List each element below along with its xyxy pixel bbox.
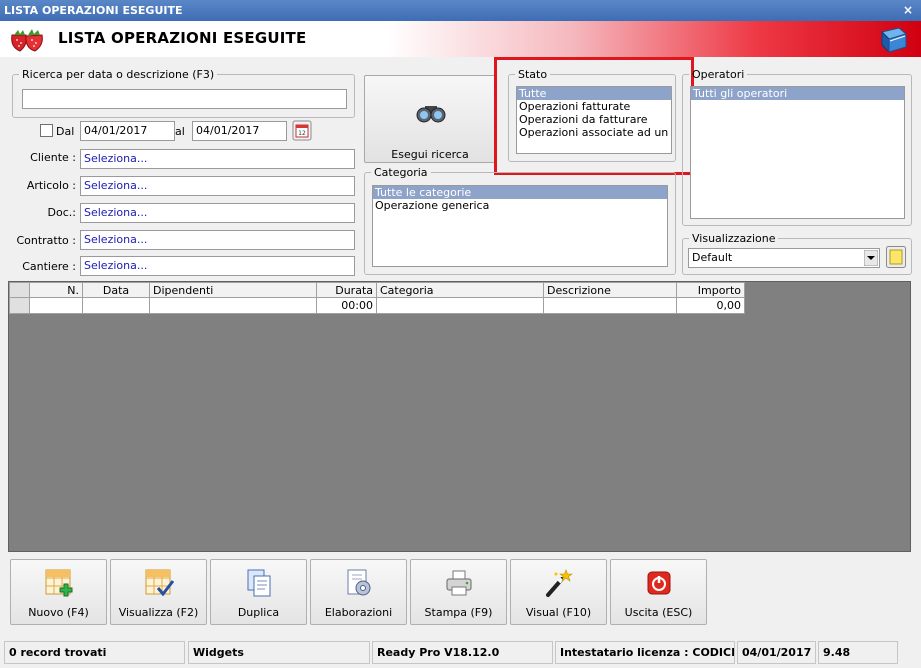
table-row[interactable]: 00:00 0,00 (9, 297, 745, 314)
dal-date-field[interactable]: 04/01/2017 (80, 121, 175, 141)
view-grid-icon (145, 569, 174, 597)
svg-text:12: 12 (298, 130, 306, 137)
list-item[interactable]: Tutte le categorie (373, 186, 667, 199)
status-date: 04/01/2017 (737, 641, 816, 664)
window-title-bar: LISTA OPERAZIONI ESEGUITE (0, 0, 921, 21)
dal-label: Dal (56, 125, 75, 138)
uscita-button[interactable]: Uscita (ESC) (610, 559, 707, 625)
printer-icon (446, 570, 472, 596)
strawberries-logo-icon (11, 29, 43, 52)
binoculars-icon (416, 106, 446, 123)
status-license: Intestatario licenza : CODICE SF (555, 641, 735, 664)
visual-button[interactable]: Visual (F10) (510, 559, 607, 625)
search-legend: Ricerca per data o descrizione (F3) (22, 68, 215, 81)
results-grid-area[interactable] (8, 281, 911, 552)
status-time: 9.48 (818, 641, 898, 664)
search-input[interactable] (22, 89, 347, 109)
header-title: LISTA OPERAZIONI ESEGUITE (58, 29, 307, 47)
cliente-field[interactable]: Seleziona... (80, 149, 355, 169)
operatori-listbox[interactable]: Tutti gli operatori (690, 86, 905, 219)
table-cell (543, 297, 677, 314)
column-header[interactable]: N. (29, 282, 83, 298)
results-table[interactable]: N. Data Dipendenti Durata Categoria Desc… (9, 282, 745, 314)
table-cell (9, 297, 30, 314)
cantiere-field[interactable]: Seleziona... (80, 256, 355, 276)
nuovo-button[interactable]: Nuovo (F4) (10, 559, 107, 625)
cantiere-label: Cantiere : (22, 260, 76, 273)
table-cell (376, 297, 544, 314)
header-banner: LISTA OPERAZIONI ESEGUITE (0, 21, 921, 57)
dal-checkbox[interactable] (40, 124, 53, 137)
stampa-label: Stampa (F9) (424, 606, 493, 619)
duplica-label: Duplica (237, 606, 280, 619)
categoria-listbox[interactable]: Tutte le categorie Operazione generica (372, 185, 668, 267)
visualizzazione-legend: Visualizzazione (692, 232, 776, 245)
chevron-down-icon[interactable] (864, 250, 878, 266)
uscita-label: Uscita (ESC) (624, 606, 693, 619)
search-button-label: Esegui ricerca (391, 148, 469, 161)
magic-wand-icon (546, 569, 573, 597)
al-date-field[interactable]: 04/01/2017 (192, 121, 287, 141)
table-cell (149, 297, 317, 314)
articolo-label: Articolo : (26, 179, 76, 192)
table-cell: 00:00 (316, 297, 377, 314)
exit-icon (647, 571, 671, 595)
list-item[interactable]: Tutti gli operatori (691, 87, 904, 100)
list-item[interactable]: Operazione generica (373, 199, 667, 212)
note-icon[interactable] (886, 246, 906, 268)
al-label: al (175, 125, 185, 138)
table-header-row: N. Data Dipendenti Durata Categoria Desc… (9, 282, 745, 298)
articolo-field[interactable]: Seleziona... (80, 176, 355, 196)
duplicate-icon (247, 569, 271, 597)
visualizza-label: Visualizza (F2) (118, 606, 199, 619)
column-header[interactable]: Categoria (376, 282, 544, 298)
nuovo-label: Nuovo (F4) (28, 606, 89, 619)
table-cell (82, 297, 150, 314)
highlight-annotation (494, 57, 694, 175)
processing-icon (347, 569, 371, 596)
visual-label: Visual (F10) (525, 606, 592, 619)
status-widgets[interactable]: Widgets (188, 641, 370, 664)
status-version: Ready Pro V18.12.0 (372, 641, 553, 664)
categoria-legend: Categoria (374, 166, 428, 179)
close-icon[interactable]: × (901, 0, 915, 21)
window-title: LISTA OPERAZIONI ESEGUITE (4, 4, 183, 17)
elaborazioni-button[interactable]: Elaborazioni (310, 559, 407, 625)
esegui-ricerca-button[interactable]: Esegui ricerca (364, 75, 496, 163)
contratto-field[interactable]: Seleziona... (80, 230, 355, 250)
visualizza-button[interactable]: Visualizza (F2) (110, 559, 207, 625)
visualizzazione-select[interactable]: Default (688, 248, 880, 268)
column-header (9, 282, 30, 298)
cliente-label: Cliente : (30, 151, 76, 164)
duplica-button[interactable]: Duplica (210, 559, 307, 625)
column-header[interactable]: Dipendenti (149, 282, 317, 298)
table-cell (29, 297, 83, 314)
contratto-label: Contratto : (16, 234, 76, 247)
new-grid-icon (45, 569, 73, 597)
column-header[interactable]: Data (82, 282, 150, 298)
stampa-button[interactable]: Stampa (F9) (410, 559, 507, 625)
help-book-icon[interactable] (879, 26, 909, 54)
status-record-count: 0 record trovati (4, 641, 185, 664)
operatori-legend: Operatori (692, 68, 745, 81)
elaborazioni-label: Elaborazioni (324, 606, 393, 619)
column-header[interactable]: Importo (676, 282, 745, 298)
column-header[interactable]: Durata (316, 282, 377, 298)
column-header[interactable]: Descrizione (543, 282, 677, 298)
table-cell: 0,00 (676, 297, 745, 314)
doc-field[interactable]: Seleziona... (80, 203, 355, 223)
doc-label: Doc.: (47, 206, 76, 219)
calendar-icon[interactable]: 12 (292, 120, 312, 141)
